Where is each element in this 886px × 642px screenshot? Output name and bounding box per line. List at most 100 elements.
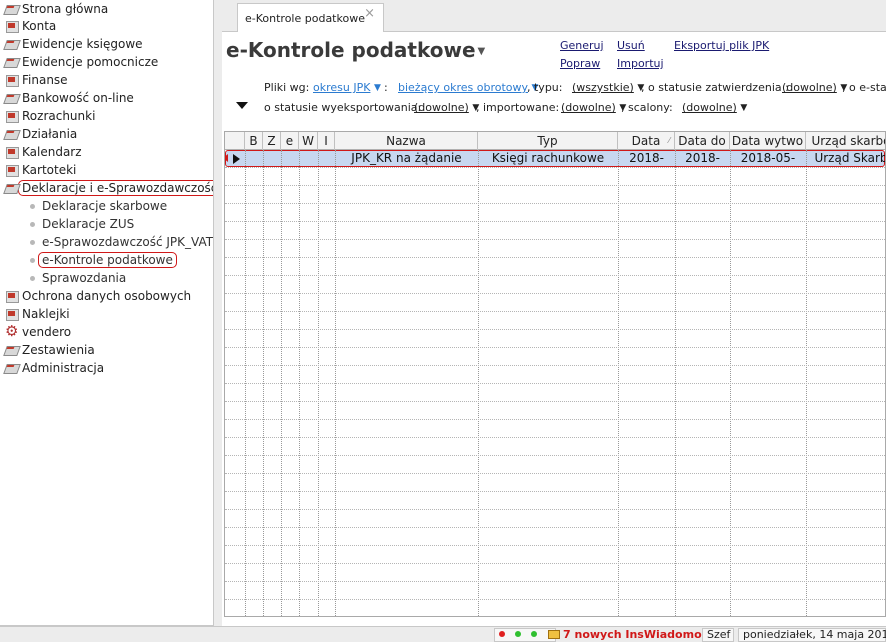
filter-importowane-dropdown[interactable]: (dowolne) ▼ [561,101,626,114]
sidebar-item-administracja[interactable]: Administracja [0,359,104,377]
eksportuj-jpk-link[interactable]: Eksportuj plik JPK [674,39,769,52]
column-header-w[interactable]: W [299,132,318,150]
finance-icon [4,73,20,87]
sidebar-item-deklaracje[interactable]: Deklaracje i e-Sprawozdawczość [0,179,213,197]
filter-separator: : [384,81,388,94]
filter-importowane-label: , importowane: [476,101,560,114]
status-bar: 7 nowych InsWiadomości Szef poniedziałek… [0,626,886,642]
gear-icon [4,322,20,340]
column-header-e[interactable]: e [281,132,299,150]
grid-row-line [225,185,885,186]
status-green-icon [515,631,521,637]
column-header-data-do[interactable]: Data do [675,132,730,150]
sidebar-item-naklejki[interactable]: Naklejki [0,305,70,323]
grid-row-line [225,293,885,294]
tab-e-kontrole[interactable]: e-Kontrole podatkowe × [237,3,384,33]
column-header-b[interactable]: B [245,132,263,150]
sidebar-subitem-deklaracje-skarbowe[interactable]: Deklaracje skarbowe [0,197,167,215]
sidebar-item-vendero[interactable]: vendero [0,322,71,341]
grid-row-line [225,221,885,222]
bank-icon [4,91,20,105]
messages-link[interactable]: 7 nowych InsWiadomości [563,628,718,641]
chevron-down-icon: ▼ [740,103,748,113]
sidebar-item-ewidencje-pomocnicze[interactable]: Ewidencje pomocnicze [0,53,158,71]
grid-row-line [225,509,885,510]
grid-row-line [225,329,885,330]
navigation-sidebar: Strona główna Konta Ewidencje księgowe E… [0,0,214,626]
grid-row-line [225,437,885,438]
cell-typ[interactable]: Księgi rachunkowe [478,150,618,167]
cell-data-do[interactable]: 2018- [675,150,730,167]
sidebar-item-dzialania[interactable]: Działania [0,125,77,143]
sidebar-subitem-deklaracje-zus[interactable]: Deklaracje ZUS [0,215,134,233]
home-icon [4,2,20,16]
column-header-data[interactable]: Data ⁄ [618,132,675,150]
grid-row-line [225,383,885,384]
cell-nazwa[interactable]: JPK_KR na żądanie [335,150,478,167]
column-header-typ[interactable]: Typ [478,132,618,150]
grid-row-line [225,311,885,312]
ledger-icon [4,37,20,51]
sidebar-item-konta[interactable]: Konta [0,17,56,35]
chevron-down-icon: ▼ [477,46,486,57]
grid-row-line [225,599,885,600]
filter-wyeksportowania-dropdown[interactable]: (dowolne) ▼ [414,101,479,114]
column-header-data-wytworzenia[interactable]: Data wytwo [730,132,806,150]
sidebar-item-kartoteki[interactable]: Kartoteki [0,161,76,179]
filter-pliki-wg-label: Pliki wg: [264,81,310,94]
grid-row-line [225,563,885,564]
sidebar-item-bankowosc[interactable]: Bankowość on-line [0,89,134,107]
tab-bar: e-Kontrole podatkowe × [222,0,886,33]
column-header-urzad[interactable]: Urząd skarbo [806,132,885,150]
grid-row-line [225,545,885,546]
filter-e-status-label: , o e-sta [842,81,886,94]
filter-biezacy-dropdown[interactable]: bieżący okres obrotowy ▼ [398,81,538,94]
cell-data[interactable]: 2018- [618,150,675,167]
current-date: poniedziałek, 14 maja 2018 [743,628,886,641]
grid-row-line [225,527,885,528]
filter-okres-dropdown[interactable]: okresu JPK ▼ [313,81,381,94]
grid-row-line [225,347,885,348]
collapse-filters-icon[interactable] [236,102,248,109]
usun-link[interactable]: Usuń [617,39,645,52]
column-header-z[interactable]: Z [263,132,281,150]
grid-row-line [225,275,885,276]
sidebar-item-ochrona-danych[interactable]: Ochrona danych osobowych [0,287,191,305]
sidebar-item-strona-glowna[interactable]: Strona główna [0,0,108,18]
sidebar-item-zestawienia[interactable]: Zestawienia [0,341,95,359]
cell-data-wytworzenia[interactable]: 2018-05- [730,150,806,167]
grid-row-line [225,167,885,168]
filter-typu-dropdown[interactable]: (wszystkie) ▼ [572,81,644,94]
column-header-i[interactable]: I [318,132,335,150]
sidebar-item-rozrachunki[interactable]: Rozrachunki [0,107,95,125]
admin-icon [4,361,20,375]
bullet-icon [30,275,35,281]
sidebar-subitem-e-kontrole[interactable]: e-Kontrole podatkowe [0,251,177,269]
sidebar-subitem-jpk-vat[interactable]: e-Sprawozdawczość JPK_VAT [0,233,213,251]
files-icon [4,163,20,177]
page-title[interactable]: e-Kontrole podatkowe ▼ [226,38,485,62]
data-protection-icon [4,289,20,303]
filter-zatwierdzenia-dropdown[interactable]: (dowolne) ▼ [782,81,847,94]
filter-scalony-dropdown[interactable]: (dowolne) ▼ [682,101,747,114]
importuj-link[interactable]: Importuj [617,57,664,70]
ledger-icon [4,55,20,69]
cell-urzad[interactable]: Urząd Skarb [806,150,885,167]
row-marker-icon [225,154,228,162]
sidebar-item-ewidencje-ksiegowe[interactable]: Ewidencje księgowe [0,35,143,53]
grid-row-line [225,365,885,366]
close-icon[interactable]: × [364,6,375,21]
popraw-link[interactable]: Popraw [560,57,600,70]
column-header-nazwa[interactable]: Nazwa [335,132,478,150]
generuj-link[interactable]: Generuj [560,39,604,52]
sidebar-item-kalendarz[interactable]: Kalendarz [0,143,82,161]
header-selector [225,132,245,150]
sidebar-subitem-sprawozdania[interactable]: Sprawozdania [0,269,126,287]
calendar-icon [4,145,20,159]
chevron-down-icon: ▼ [373,83,381,93]
accounts-icon [4,19,20,33]
grid-row-line [225,239,885,240]
sidebar-item-finanse[interactable]: Finanse [0,71,68,89]
reports-icon [4,343,20,357]
status-green-icon [531,631,537,637]
